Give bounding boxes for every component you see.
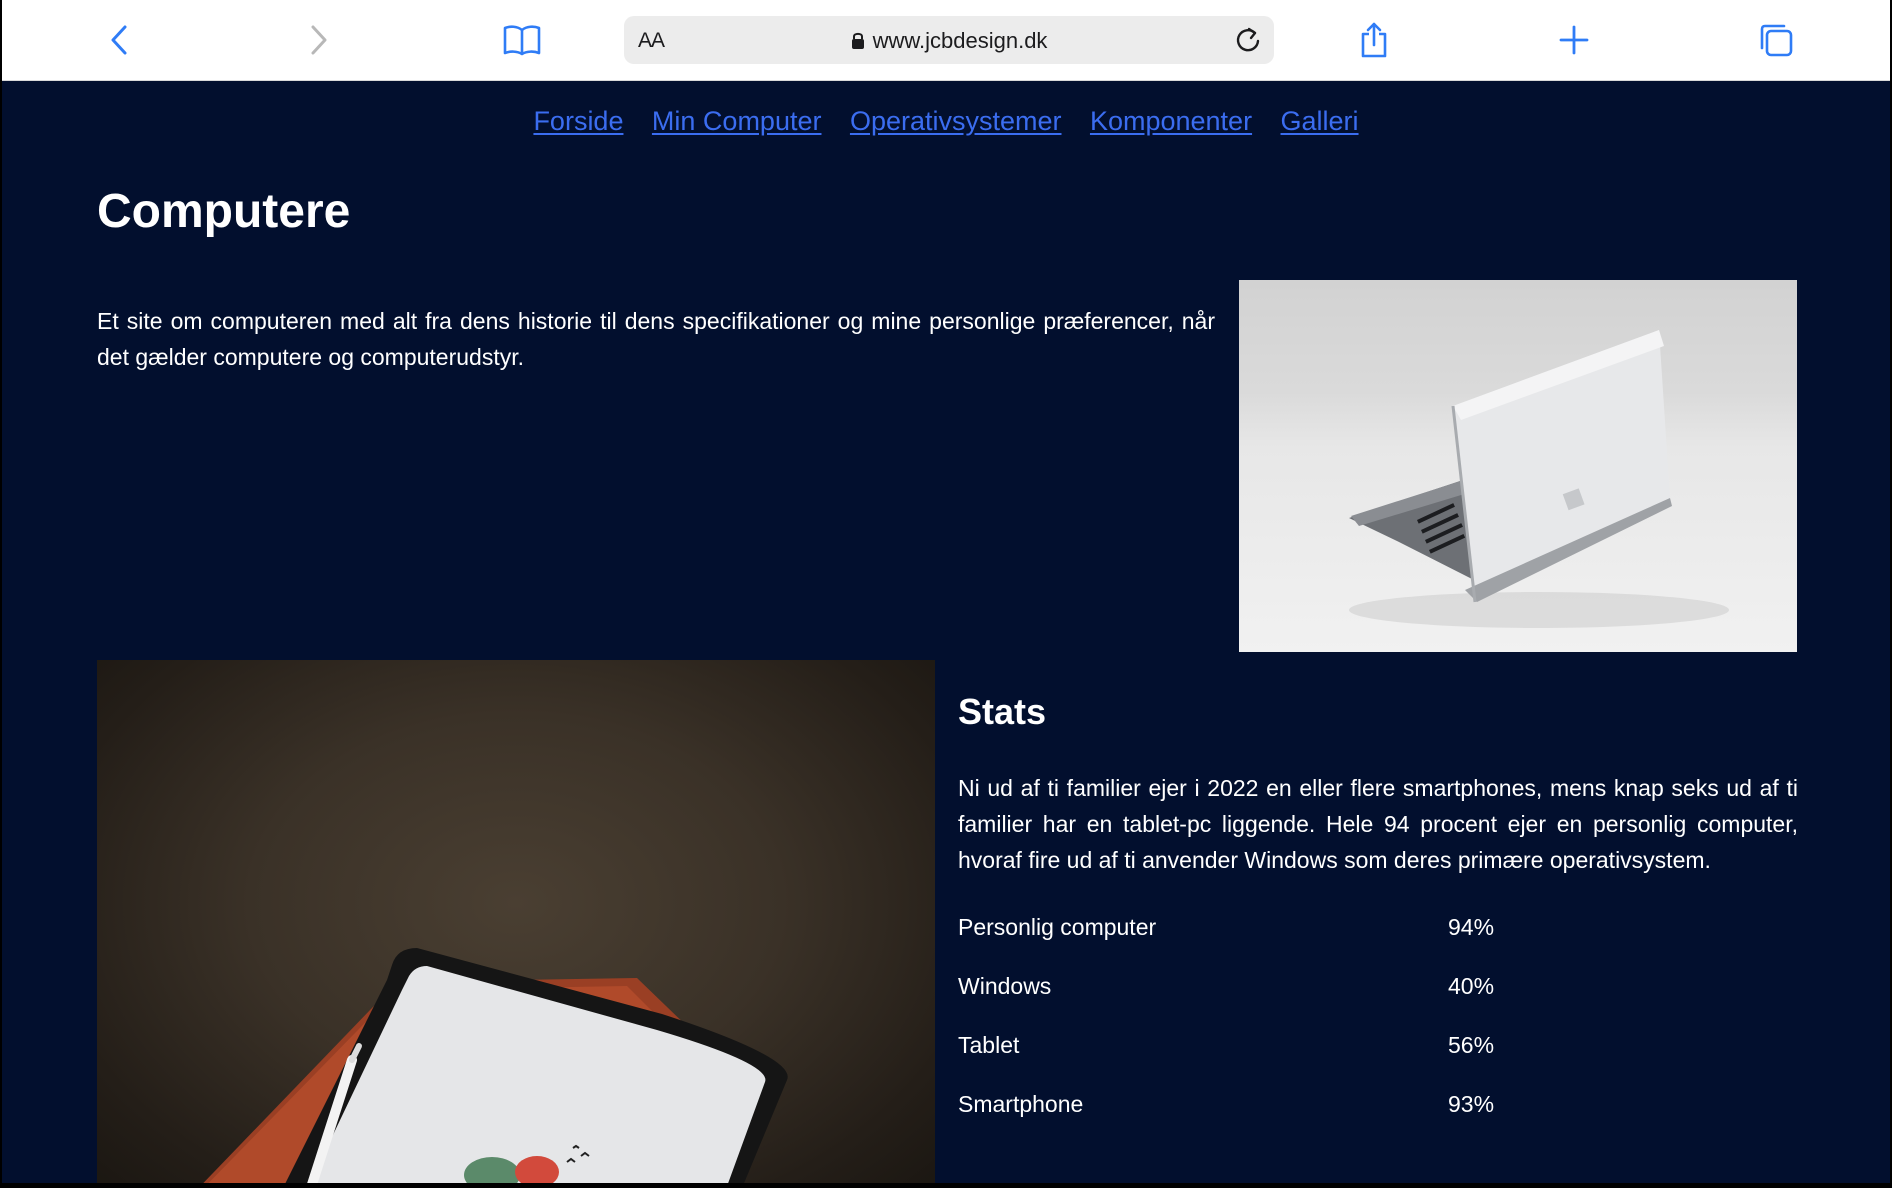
nav-link-galleri[interactable]: Galleri [1281,106,1359,136]
forward-button[interactable] [297,18,341,62]
share-button[interactable] [1352,18,1396,62]
nav-link-forside[interactable]: Forside [533,106,623,136]
url-text: www.jcbdesign.dk [872,28,1048,53]
laptop-photo [1239,280,1797,652]
table-row: Tablet 56% [958,1016,1548,1075]
stats-heading: Stats [958,691,1047,732]
forward-icon [311,25,327,55]
address-bar[interactable]: AA www.jcbdesign.dk [624,16,1274,64]
back-icon [111,25,127,55]
new-tab-icon [1559,25,1589,55]
tabs-icon [1760,24,1793,57]
stat-value: 40% [1448,973,1495,999]
table-row: Smartphone 93% [958,1075,1548,1134]
table-row: Windows 40% [958,957,1548,1016]
stat-value: 94% [1448,914,1495,940]
stat-label: Windows [958,973,1052,999]
share-icon [1361,22,1387,58]
intro-text: Et site om computeren med alt fra dens h… [97,308,1215,370]
stats-table: Personlig computer 94% Windows 40% Table… [958,898,1548,1134]
new-tab-button[interactable] [1552,18,1596,62]
back-button[interactable] [97,18,141,62]
bookmarks-icon [503,25,541,56]
stat-label: Personlig computer [958,914,1157,940]
stats-paragraph: Ni ud af ti familier ejer i 2022 en elle… [958,775,1798,873]
nav-link-min-computer[interactable]: Min Computer [652,106,822,136]
tablet-photo [97,660,935,1183]
page-title: Computere [97,185,351,238]
stat-value: 56% [1448,1032,1495,1058]
lock-icon [851,30,865,56]
browser-toolbar: AA www.jcbdesign.dk [2,0,1890,81]
reload-button[interactable] [1232,24,1264,56]
nav-link-komponenter[interactable]: Komponenter [1090,106,1252,136]
web-page: Forside Min Computer Operativsystemer Ko… [2,81,1890,1183]
url-display[interactable]: www.jcbdesign.dk [624,28,1274,56]
tabs-overview-button[interactable] [1754,18,1798,62]
stat-label: Tablet [958,1032,1020,1058]
stat-label: Smartphone [958,1091,1084,1117]
nav-link-operativsystemer[interactable]: Operativsystemer [850,106,1062,136]
site-nav: Forside Min Computer Operativsystemer Ko… [2,106,1890,137]
table-row: Personlig computer 94% [958,898,1548,957]
bookmarks-button[interactable] [500,18,544,62]
reload-icon [1236,27,1260,52]
stat-value: 93% [1448,1091,1495,1117]
